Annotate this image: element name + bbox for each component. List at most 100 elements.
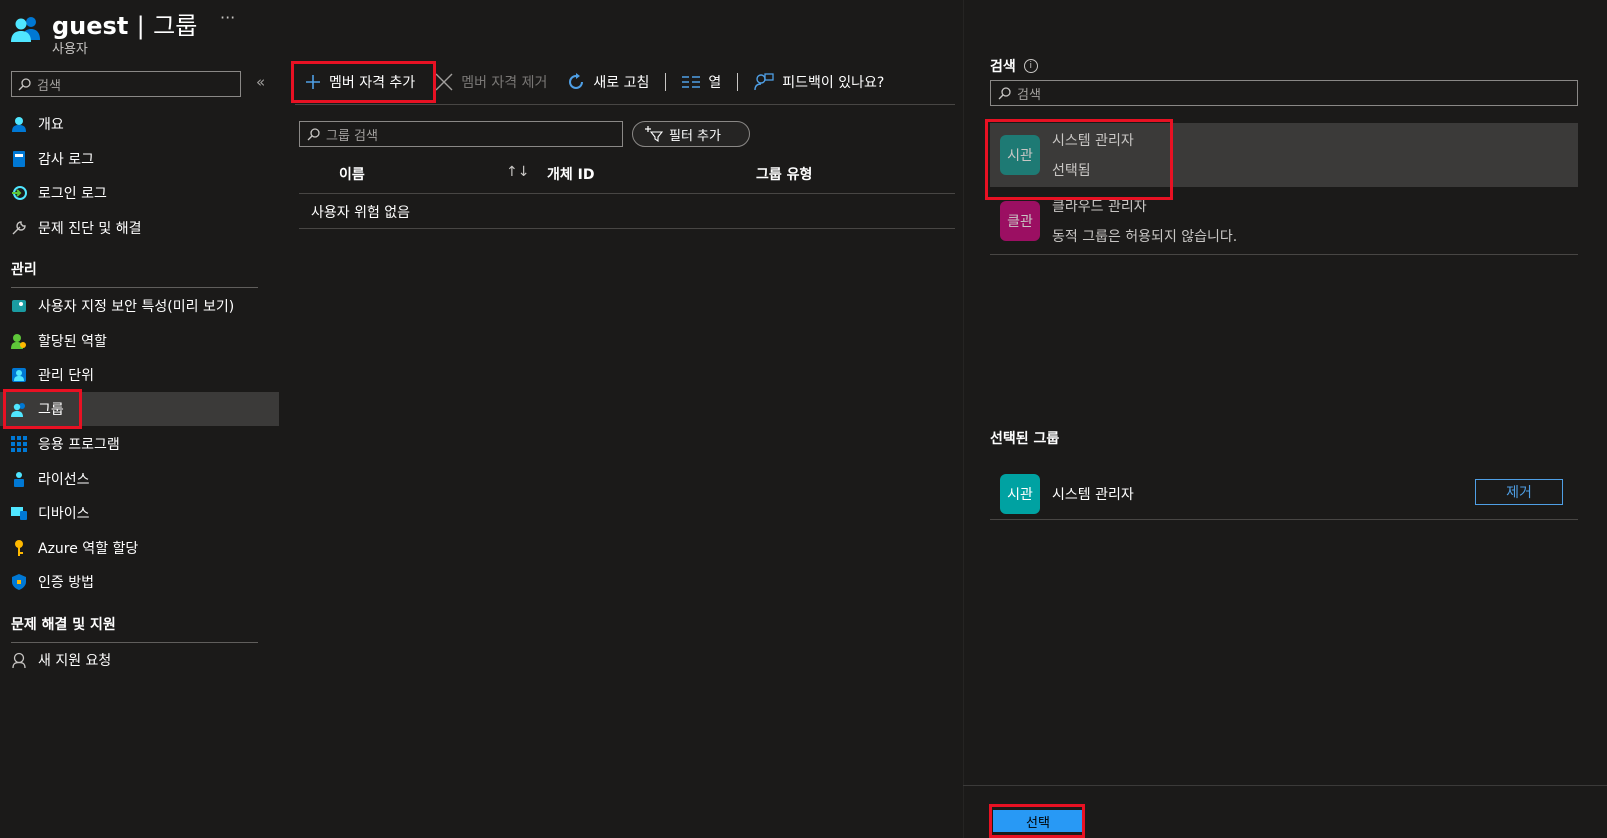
sidebar-item-diagnose[interactable]: 문제 진단 및 해결: [0, 211, 279, 245]
search-icon: [998, 86, 1011, 99]
info-icon[interactable]: i: [1023, 59, 1038, 73]
add-filter-label: 필터 추가: [669, 128, 721, 144]
table-header-divider: [299, 193, 955, 194]
group-search-placeholder: 그룹 검색: [326, 128, 378, 144]
remove-membership-button[interactable]: 멤버 자격 제거: [425, 72, 557, 92]
sidebar-search-input[interactable]: 검색: [11, 71, 241, 97]
sidebar-section-support: 문제 해결 및 지원: [11, 614, 258, 643]
more-options-button[interactable]: ···: [220, 8, 235, 27]
command-bar: 멤버 자격 추가 멤버 자격 제거 새로 고침 열 피드백이 있나요?: [295, 66, 955, 98]
select-button[interactable]: 선택: [993, 810, 1083, 832]
selected-groups-label: 선택된 그룹: [990, 431, 1060, 447]
toolbar-separator: [737, 73, 739, 91]
sidebar-item-label: 문제 진단 및 해결: [38, 221, 142, 237]
feedback-label: 피드백이 있나요?: [782, 75, 885, 91]
sidebar-item-label: 개요: [38, 117, 64, 133]
refresh-button[interactable]: 새로 고침: [557, 72, 659, 92]
sidebar-item-label: 관리 단위: [38, 368, 94, 384]
result-status: 선택됨: [1052, 163, 1091, 179]
add-membership-button[interactable]: 멤버 자격 추가: [295, 72, 425, 92]
feedback-button[interactable]: 피드백이 있나요?: [744, 72, 894, 92]
role-icon: [10, 332, 28, 350]
columns-button[interactable]: 열: [672, 72, 731, 92]
sidebar-item-label: 새 지원 요청: [38, 653, 112, 669]
remove-membership-label: 멤버 자격 제거: [461, 75, 548, 91]
avatar: 클관: [1000, 201, 1040, 241]
users-header-icon: [10, 12, 42, 44]
columns-label: 열: [708, 75, 722, 91]
sidebar-section-manage: 관리: [11, 259, 258, 288]
sidebar-item-audit-logs[interactable]: 감사 로그: [0, 142, 279, 176]
sidebar-item-auth-methods[interactable]: 인증 방법: [0, 565, 279, 599]
shield-icon: [10, 573, 28, 591]
add-filter-button[interactable]: 필터 추가: [632, 121, 750, 147]
sidebar-item-label: 디바이스: [38, 506, 90, 522]
key-icon: [10, 539, 28, 557]
sidebar-item-label: 라이선스: [38, 472, 90, 488]
user-icon: [10, 115, 28, 133]
results-divider: [990, 254, 1578, 255]
sidebar-item-label: 감사 로그: [38, 152, 94, 168]
sidebar-item-overview[interactable]: 개요: [0, 107, 279, 141]
sidebar-item-assigned-roles[interactable]: 할당된 역할: [0, 324, 279, 358]
apps-grid-icon: [10, 435, 28, 453]
admin-unit-icon: [10, 366, 28, 384]
result-item-system-admin[interactable]: 시관 시스템 관리자 선택됨: [990, 123, 1578, 187]
feedback-icon: [754, 73, 774, 91]
result-status: 동적 그룹은 허용되지 않습니다.: [1052, 229, 1238, 245]
sidebar-item-groups[interactable]: 그룹: [0, 392, 279, 426]
search-icon: [18, 77, 31, 90]
panel-search-input[interactable]: 검색: [990, 80, 1578, 106]
title-separator: |: [136, 12, 145, 40]
sidebar-item-label: 응용 프로그램: [38, 437, 120, 453]
sidebar-item-licenses[interactable]: 라이선스: [0, 462, 279, 496]
empty-table-message: 사용자 위험 없음: [311, 205, 411, 221]
security-attr-icon: [10, 297, 28, 315]
support-icon: [10, 651, 28, 669]
column-header-group-type[interactable]: 그룹 유형: [756, 164, 812, 184]
collapse-sidebar-button[interactable]: «: [256, 73, 265, 91]
plus-icon: [306, 75, 320, 89]
toolbar-divider: [295, 104, 955, 105]
add-membership-label: 멤버 자격 추가: [329, 75, 416, 91]
page-title: guest | 그룹: [52, 6, 197, 41]
column-header-object-id[interactable]: 개체 ID: [547, 164, 594, 184]
result-name: 시스템 관리자: [1052, 133, 1134, 149]
sidebar-item-label: 로그인 로그: [38, 186, 107, 202]
sidebar-item-applications[interactable]: 응용 프로그램: [0, 427, 279, 461]
panel-search-label: 검색 i: [990, 56, 1038, 76]
sidebar-item-label: Azure 역할 할당: [38, 541, 139, 557]
sidebar-item-signin-logs[interactable]: 로그인 로그: [0, 176, 279, 210]
sidebar-item-azure-roles[interactable]: Azure 역할 할당: [0, 531, 279, 565]
result-item-cloud-admin[interactable]: 클관 클라우드 관리자 동적 그룹은 허용되지 않습니다.: [990, 189, 1578, 253]
wrench-icon: [10, 219, 28, 237]
refresh-label: 새로 고침: [593, 75, 650, 91]
sidebar-item-label: 사용자 지정 보안 특성(미리 보기): [38, 299, 235, 315]
sidebar-item-label: 인증 방법: [38, 575, 94, 591]
search-icon: [307, 127, 320, 140]
license-icon: [10, 470, 28, 488]
selected-group-name: 시스템 관리자: [1052, 486, 1134, 503]
close-icon: [435, 73, 453, 91]
sidebar-item-new-support-request[interactable]: 새 지원 요청: [0, 643, 279, 677]
remove-button[interactable]: 제거: [1475, 479, 1563, 505]
panel-search-placeholder: 검색: [1017, 87, 1041, 103]
signin-icon: [10, 184, 28, 202]
sidebar-item-label: 할당된 역할: [38, 334, 107, 350]
sidebar-item-label: 그룹: [38, 402, 64, 418]
sort-icon[interactable]: ↑↓: [506, 164, 529, 180]
columns-icon: [682, 76, 701, 88]
filter-add-icon: [645, 126, 663, 142]
group-search-input[interactable]: 그룹 검색: [299, 121, 623, 147]
title-page: 그룹: [153, 12, 198, 40]
panel-footer-divider: [963, 785, 1607, 786]
toolbar-separator: [665, 73, 667, 91]
column-header-name[interactable]: 이름: [339, 164, 365, 184]
sidebar-item-devices[interactable]: 디바이스: [0, 496, 279, 530]
sidebar-search-placeholder: 검색: [37, 78, 61, 94]
sidebar-item-security-attributes[interactable]: 사용자 지정 보안 특성(미리 보기): [0, 289, 279, 323]
book-icon: [10, 150, 28, 168]
sidebar-item-admin-units[interactable]: 관리 단위: [0, 358, 279, 392]
result-name: 클라우드 관리자: [1052, 199, 1147, 215]
title-user: guest: [52, 12, 129, 40]
